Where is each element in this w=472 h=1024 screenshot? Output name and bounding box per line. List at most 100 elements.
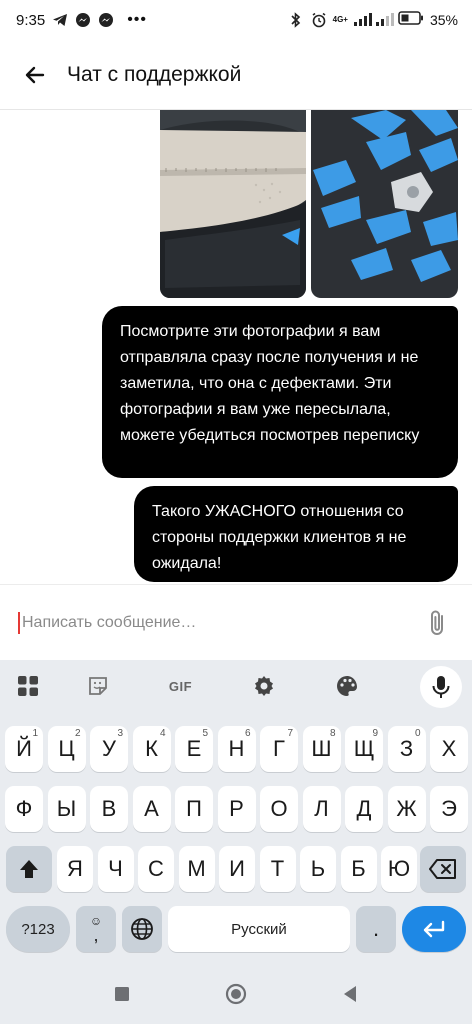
key-hint: 1 <box>32 728 38 739</box>
key-label: Г <box>273 736 285 761</box>
paperclip-icon <box>431 610 443 635</box>
bluetooth-icon <box>289 12 305 28</box>
period-key[interactable]: . <box>356 906 396 952</box>
symbols-key[interactable]: ?123 <box>6 906 70 952</box>
key-letter[interactable]: А <box>132 786 171 832</box>
key-letter[interactable]: Э <box>430 786 468 832</box>
keyboard-row-3: ЯЧСМИТЬБЮ <box>0 846 472 892</box>
key-letter[interactable]: О <box>260 786 298 832</box>
message-bubble[interactable]: Такого УЖАСНОГО отношения со стороны под… <box>134 486 458 582</box>
key-letter[interactable]: Ы <box>47 786 86 832</box>
key-letter[interactable]: Ю <box>381 846 417 892</box>
text-cursor <box>18 611 20 634</box>
theme-button[interactable] <box>305 660 388 712</box>
arrow-back-icon <box>25 66 45 83</box>
key-label: Щ <box>353 736 375 761</box>
microphone-icon <box>432 676 450 698</box>
key-letter[interactable]: Ф <box>5 786 43 832</box>
key-letter[interactable]: Т <box>259 846 296 892</box>
triangle-back-icon <box>344 986 356 1002</box>
key-hint: 0 <box>414 728 421 739</box>
key-letter[interactable]: Ь <box>300 846 336 892</box>
back-nav-button[interactable] <box>338 982 362 1006</box>
comma-label: , <box>93 925 99 945</box>
messenger-icon <box>75 12 91 28</box>
chat-thread[interactable]: Посмотрите эти фотографии я вам отправля… <box>0 110 472 584</box>
key-letter[interactable]: В <box>90 786 128 832</box>
key-label: Ш <box>311 736 332 761</box>
key-letter[interactable]: Ш8 <box>302 726 341 772</box>
emoji-comma-key[interactable]: ☺ , <box>76 906 116 952</box>
message-composer: Написать сообщение… <box>0 584 472 660</box>
gif-label: GIF <box>168 678 193 694</box>
apps-grid-button[interactable] <box>0 660 56 712</box>
key-hint: 4 <box>159 728 166 739</box>
enter-key[interactable] <box>402 906 466 952</box>
settings-button[interactable] <box>222 660 305 712</box>
key-hint: 2 <box>74 728 81 739</box>
attach-button[interactable] <box>412 597 464 649</box>
key-letter[interactable]: Н6 <box>217 726 256 772</box>
key-letter[interactable]: Ч <box>97 846 134 892</box>
key-letter[interactable]: У3 <box>90 726 128 772</box>
message-photo-tread[interactable] <box>311 110 458 298</box>
backspace-key[interactable] <box>420 846 466 892</box>
key-letter[interactable]: З0 <box>387 726 426 772</box>
key-letter[interactable]: Й1 <box>5 726 43 772</box>
message-bubble[interactable]: Посмотрите эти фотографии я вам отправля… <box>102 306 458 478</box>
keyboard-row-4: ?123 ☺ , Русский . <box>0 906 472 952</box>
key-label: У <box>102 736 116 761</box>
key-letter[interactable]: Ж <box>387 786 426 832</box>
message-input[interactable]: Написать сообщение… <box>22 614 412 632</box>
language-key[interactable] <box>122 906 162 952</box>
key-label: Н <box>228 736 245 761</box>
status-bar: 9:35 ••• 4G+ 35% <box>0 0 472 40</box>
key-letter[interactable]: М <box>178 846 215 892</box>
gif-button[interactable]: GIF <box>139 660 222 712</box>
key-letter[interactable]: П <box>175 786 213 832</box>
space-key[interactable]: Русский <box>168 906 350 952</box>
keyboard-row-1: Й1Ц2У3К4Е5Н6Г7Ш8Щ9З0Х <box>0 726 472 772</box>
key-label: Й <box>16 736 32 761</box>
key-letter[interactable]: К4 <box>132 726 171 772</box>
shift-key[interactable] <box>6 846 52 892</box>
key-label: Е <box>186 736 202 761</box>
key-letter[interactable]: С <box>138 846 174 892</box>
messenger-icon-2 <box>98 12 114 28</box>
recents-button[interactable] <box>110 982 134 1006</box>
key-letter[interactable]: Р <box>217 786 256 832</box>
navigation-bar <box>0 964 472 1024</box>
sticker-icon <box>88 677 107 695</box>
back-button[interactable] <box>0 40 70 110</box>
network-type: 4G+ <box>332 15 348 24</box>
key-hint: 5 <box>202 728 208 739</box>
shift-arrow-icon <box>20 860 38 878</box>
key-label: К <box>145 736 158 761</box>
battery-icon <box>398 11 424 29</box>
key-letter[interactable]: Я <box>57 846 93 892</box>
key-hint: 8 <box>329 728 336 739</box>
keyboard-toolbar: GIF <box>0 660 472 712</box>
globe-icon <box>131 918 153 940</box>
key-letter[interactable]: Е5 <box>175 726 213 772</box>
key-label: З <box>399 736 414 761</box>
alarm-icon <box>311 12 327 28</box>
key-letter[interactable]: Х <box>430 726 468 772</box>
key-letter[interactable]: Б <box>340 846 377 892</box>
key-letter[interactable]: Д <box>345 786 383 832</box>
key-letter[interactable]: И <box>219 846 255 892</box>
key-label: Х <box>441 736 457 761</box>
keyboard: GIF Й1Ц2У3К4Е5Н6Г7Ш8Щ9З0Х ФЫВАПРОЛДЖЭ ЯЧ… <box>0 660 472 964</box>
key-letter[interactable]: Щ9 <box>345 726 383 772</box>
key-letter[interactable]: Ц2 <box>47 726 86 772</box>
voice-input-button[interactable] <box>420 666 462 708</box>
app-bar: Чат с поддержкой <box>0 40 472 110</box>
sticker-button[interactable] <box>56 660 139 712</box>
key-letter[interactable]: Л <box>302 786 341 832</box>
key-hint: 3 <box>117 728 123 739</box>
key-letter[interactable]: Г7 <box>260 726 298 772</box>
status-time: 9:35 <box>16 11 46 29</box>
keyboard-row-2: ФЫВАПРОЛДЖЭ <box>0 786 472 832</box>
message-photo-insole[interactable] <box>160 110 306 298</box>
home-button[interactable] <box>224 982 248 1006</box>
